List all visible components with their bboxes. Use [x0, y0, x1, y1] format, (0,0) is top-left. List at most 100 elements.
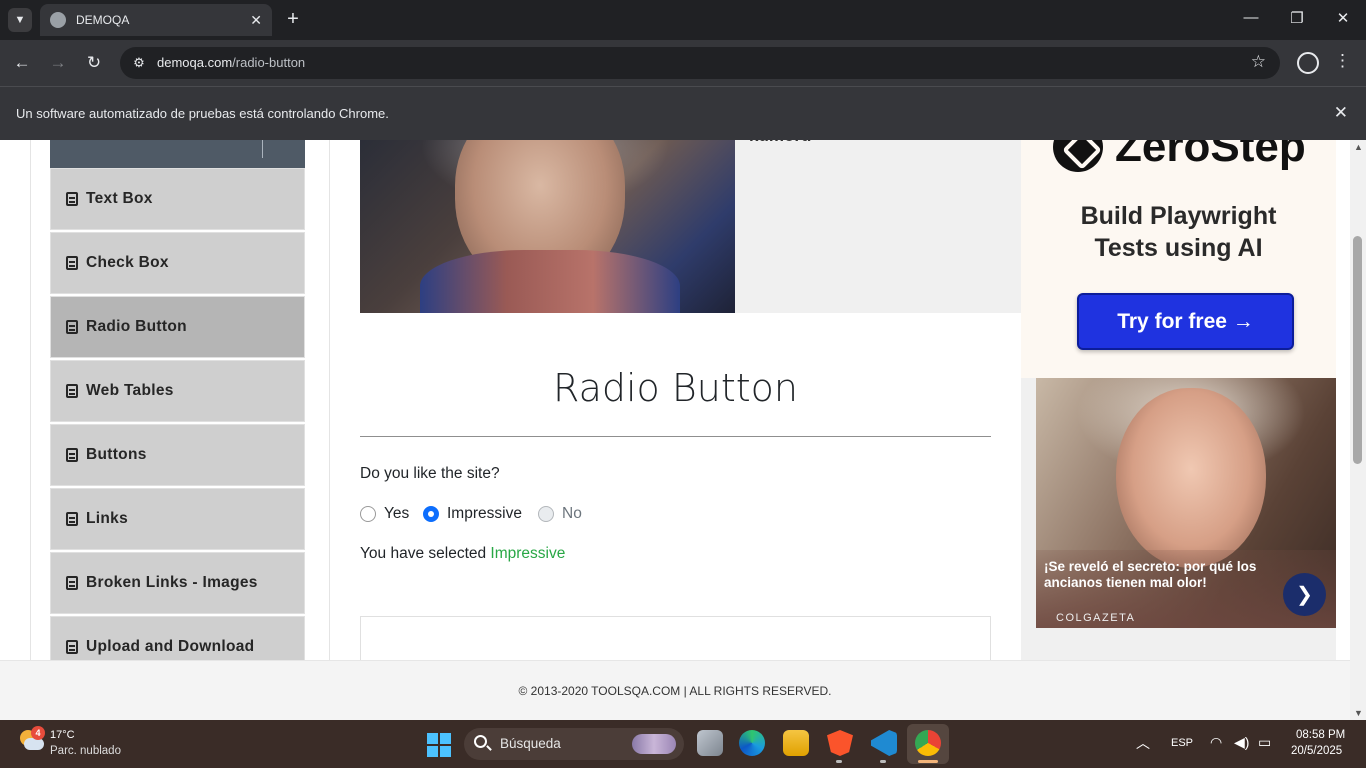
banner-text: kumoru [749, 140, 811, 146]
sidebar-item-broken-links[interactable]: Broken Links - Images [50, 552, 305, 614]
footer-copyright: © 2013-2020 TOOLSQA.COM | ALL RIGHTS RES… [518, 684, 832, 698]
page-footer: © 2013-2020 TOOLSQA.COM | ALL RIGHTS RES… [0, 660, 1350, 720]
sidebar-group-header[interactable] [50, 140, 305, 168]
radio-input-yes[interactable] [360, 506, 376, 522]
sidebar-item-web-tables[interactable]: Web Tables [50, 360, 305, 422]
more-menu-icon[interactable]: ⋮ [1334, 51, 1351, 71]
html-icon [66, 256, 78, 270]
html-icon [66, 384, 78, 398]
clock-time[interactable]: 08:58 PM [1296, 729, 1345, 741]
news-ad[interactable]: ¡Se reveló el secreto: por qué los ancia… [1036, 378, 1336, 628]
html-icon [66, 512, 78, 526]
sidebar-item-label: Web Tables [86, 382, 174, 399]
wifi-icon[interactable]: ◠ [1210, 734, 1222, 751]
zerostep-logo: ZeroStep [1053, 140, 1306, 172]
top-banner-ad[interactable]: kumoru [360, 140, 1021, 313]
sidebar-item-links[interactable]: Links [50, 488, 305, 550]
clock-date[interactable]: 20/5/2025 [1291, 745, 1342, 757]
volume-icon[interactable]: ◀) [1234, 734, 1249, 751]
weather-temperature[interactable]: 17°C [50, 729, 75, 741]
radio-label-impressive[interactable]: Impressive [447, 505, 522, 523]
address-bar[interactable]: ⚙ demoqa.com/radio-button ☆ [120, 47, 1280, 79]
sidebar-item-buttons[interactable]: Buttons [50, 424, 305, 486]
radio-no: No [538, 505, 582, 523]
search-highlight-icon [632, 734, 676, 754]
file-explorer-icon[interactable] [783, 730, 809, 756]
vscode-icon[interactable] [871, 730, 897, 756]
back-arrow-icon[interactable]: ← [11, 52, 33, 74]
close-tab-icon[interactable]: ✕ [250, 12, 262, 29]
edge-icon[interactable] [739, 730, 765, 756]
site-info-icon[interactable]: ⚙ [130, 54, 148, 72]
html-icon [66, 320, 78, 334]
windows-start-icon[interactable] [427, 733, 451, 757]
tab-title: DEMOQA [76, 13, 130, 27]
tab-search-button[interactable]: ▼ [8, 8, 32, 32]
minimize-icon[interactable]: — [1240, 9, 1262, 26]
html-icon [66, 448, 78, 462]
browser-toolbar: ← → ↻ ⚙ demoqa.com/radio-button ☆ ⋮ [0, 40, 1366, 86]
chevron-down-icon: ▼ [14, 14, 26, 26]
sidebar-item-text-box[interactable]: Text Box [50, 168, 305, 230]
question-label: Do you like the site? [360, 465, 500, 482]
infobar-message: Un software automatizado de pruebas está… [16, 106, 389, 121]
automation-infobar: Un software automatizado de pruebas está… [0, 86, 1366, 140]
globe-icon [50, 12, 66, 28]
bookmark-star-icon[interactable]: ☆ [1251, 52, 1266, 72]
sidebar-item-radio-button[interactable]: Radio Button [50, 296, 305, 358]
restore-icon[interactable]: ❐ [1286, 9, 1308, 27]
ad-photo [1116, 388, 1266, 568]
sidebar-item-label: Buttons [86, 446, 147, 463]
zerostep-logo-icon [1053, 140, 1103, 172]
sidebar-item-label: Links [86, 510, 128, 527]
result-text: You have selected Impressive [360, 545, 566, 562]
banner-photo [360, 140, 735, 313]
taskbar-search[interactable]: Búsqueda [464, 728, 684, 760]
sidebar-item-check-box[interactable]: Check Box [50, 232, 305, 294]
sidebar-item-label: Radio Button [86, 318, 187, 335]
result-value: Impressive [490, 545, 566, 562]
try-for-free-button[interactable]: Try for free → [1077, 293, 1294, 350]
radio-yes[interactable]: Yes [360, 505, 409, 523]
new-tab-button[interactable]: + [282, 8, 304, 30]
close-icon[interactable]: ✕ [1334, 103, 1348, 123]
browser-tab[interactable]: DEMOQA ✕ [40, 4, 272, 36]
radio-label-yes[interactable]: Yes [384, 505, 409, 523]
html-icon [66, 192, 78, 206]
chevron-up-icon[interactable]: ︿ [1136, 733, 1150, 753]
page-viewport: Text Box Check Box Radio Button Web Tabl… [0, 140, 1350, 720]
scrollbar-thumb[interactable] [1353, 236, 1362, 464]
radio-input-impressive[interactable] [423, 506, 439, 522]
profile-icon[interactable] [1297, 52, 1319, 74]
radio-label-no: No [562, 505, 582, 522]
battery-icon[interactable]: ▭ [1258, 734, 1271, 751]
zerostep-ad[interactable]: ZeroStep Build Playwright Tests using AI… [1021, 140, 1336, 378]
page-title: Radio Button [553, 366, 798, 410]
notification-badge: 4 [31, 726, 45, 740]
forward-arrow-icon[interactable]: → [47, 52, 69, 74]
task-view-icon[interactable] [697, 730, 723, 756]
html-icon [66, 640, 78, 654]
brave-icon[interactable] [827, 730, 853, 756]
scroll-up-icon[interactable]: ▲ [1354, 142, 1363, 152]
url-text[interactable]: demoqa.com/radio-button [157, 55, 305, 70]
weather-description[interactable]: Parc. nublado [50, 745, 121, 757]
browser-tab-strip: ▼ DEMOQA ✕ + — ❐ ✕ [0, 0, 1366, 40]
sidebar-item-label: Text Box [86, 190, 153, 207]
ad-headline: Build Playwright Tests using AI [1080, 202, 1277, 262]
radio-impressive[interactable]: Impressive [423, 505, 522, 523]
sidebar-item-label: Check Box [86, 254, 169, 271]
scroll-down-icon[interactable]: ▼ [1354, 708, 1363, 718]
scrollbar[interactable]: ▲ ▼ [1350, 140, 1366, 720]
ad-source: COLGAZETA [1056, 612, 1136, 624]
chrome-icon[interactable] [915, 730, 941, 756]
language-indicator[interactable]: ESP [1171, 737, 1193, 749]
close-window-icon[interactable]: ✕ [1332, 9, 1354, 27]
search-placeholder: Búsqueda [500, 736, 561, 751]
ad-headline[interactable]: ¡Se reveló el secreto: por qué los ancia… [1044, 559, 1279, 591]
chevron-right-icon[interactable]: ❯ [1283, 573, 1326, 616]
reload-icon[interactable]: ↻ [83, 52, 105, 74]
divider [262, 140, 263, 158]
radio-input-no [538, 506, 554, 522]
sidebar-item-label: Upload and Download [86, 638, 255, 655]
